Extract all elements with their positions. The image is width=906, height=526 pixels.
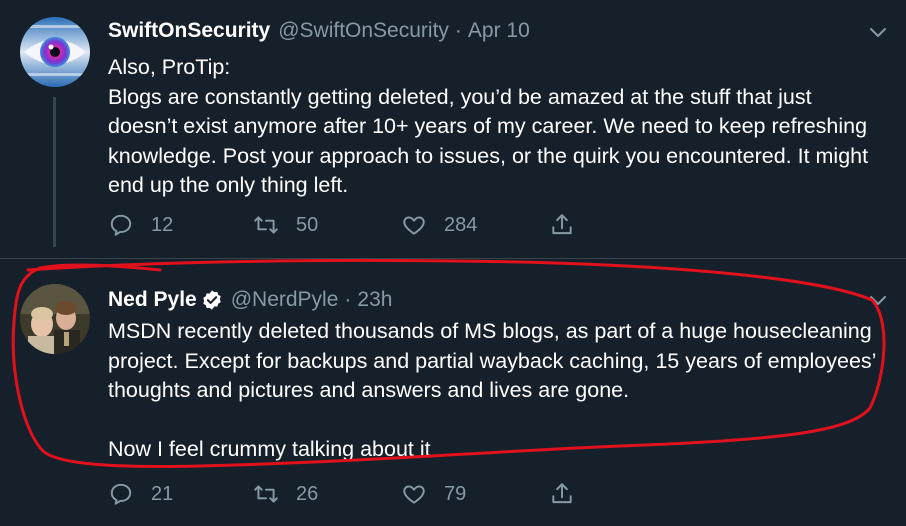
- timestamp[interactable]: Apr 10: [468, 19, 530, 43]
- avatar[interactable]: [20, 284, 90, 354]
- like-count: 79: [444, 482, 467, 505]
- display-name[interactable]: SwiftOnSecurity: [108, 19, 270, 43]
- like-button[interactable]: 284: [401, 212, 549, 238]
- heart-icon: [403, 216, 425, 235]
- user-handle[interactable]: @NerdPyle: [231, 288, 339, 312]
- display-name[interactable]: Ned Pyle: [108, 288, 197, 312]
- retweet-button[interactable]: 50: [253, 212, 401, 238]
- tweet-nerdpyle[interactable]: Ned Pyle @NerdPyle · 23h MSDN recently d…: [0, 262, 906, 526]
- avatar[interactable]: [20, 17, 90, 87]
- reply-count: 21: [151, 482, 174, 505]
- tweet-swiftonsecurity[interactable]: SwiftOnSecurity @SwiftOnSecurity · Apr 1…: [0, 0, 906, 258]
- retweet-count: 26: [296, 482, 319, 505]
- reply-icon: [110, 214, 132, 236]
- tweet-header: Ned Pyle @NerdPyle · 23h: [108, 288, 392, 312]
- like-count: 284: [444, 213, 478, 236]
- tweet-divider: [0, 258, 906, 259]
- tweet-actions: 21 26 79: [108, 481, 575, 507]
- reply-button[interactable]: 12: [108, 212, 253, 238]
- reply-icon: [110, 483, 132, 505]
- tweet-text: MSDN recently deleted thousands of MS bl…: [108, 319, 876, 461]
- share-button[interactable]: [549, 212, 575, 238]
- separator-dot: ·: [344, 288, 352, 311]
- separator-dot: ·: [454, 19, 462, 42]
- verified-badge-icon: [203, 290, 221, 310]
- share-icon: [552, 483, 572, 504]
- timestamp[interactable]: 23h: [357, 288, 392, 312]
- retweet-button[interactable]: 26: [253, 481, 401, 507]
- chevron-down-icon[interactable]: [868, 22, 888, 42]
- photo-avatar-image: [20, 284, 90, 354]
- retweet-icon: [254, 216, 278, 234]
- chevron-down-icon[interactable]: [868, 290, 888, 310]
- tweet-header: SwiftOnSecurity @SwiftOnSecurity · Apr 1…: [108, 19, 530, 43]
- share-icon: [552, 214, 572, 235]
- retweet-count: 50: [296, 213, 319, 236]
- heart-icon: [403, 485, 425, 504]
- tweet-actions: 12 50 284: [108, 212, 575, 238]
- retweet-icon: [254, 485, 278, 503]
- share-button[interactable]: [549, 481, 575, 507]
- user-handle[interactable]: @SwiftOnSecurity: [278, 19, 449, 43]
- reply-button[interactable]: 21: [108, 481, 253, 507]
- thread-connector-line: [53, 97, 56, 247]
- like-button[interactable]: 79: [401, 481, 549, 507]
- eye-avatar-image: [20, 17, 90, 87]
- tweet-text: Also, ProTip: Blogs are constantly getti…: [108, 55, 869, 197]
- reply-count: 12: [151, 213, 174, 236]
